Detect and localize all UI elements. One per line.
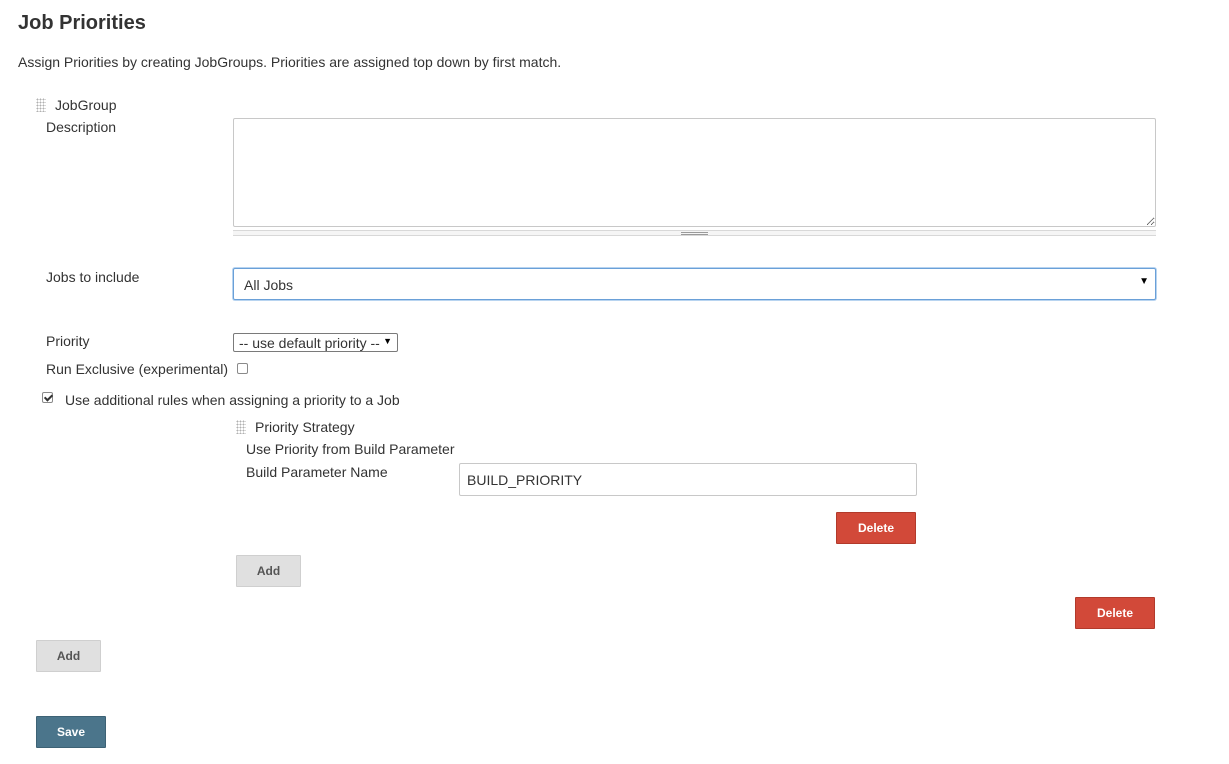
- priority-value: -- use default priority --: [239, 335, 380, 351]
- add-jobgroup-button[interactable]: Add: [36, 640, 101, 672]
- additional-rules-label: Use additional rules when assigning a pr…: [65, 392, 400, 408]
- build-parameter-name-value: BUILD_PRIORITY: [467, 472, 583, 488]
- delete-jobgroup-button[interactable]: Delete: [1075, 597, 1155, 629]
- add-strategy-button[interactable]: Add: [236, 555, 301, 587]
- description-textarea[interactable]: [233, 118, 1156, 227]
- dropdown-arrow-icon: ▼: [383, 336, 392, 346]
- description-label: Description: [46, 119, 117, 135]
- dropdown-arrow-icon: ▼: [1139, 276, 1149, 287]
- resize-grip-icon: [681, 232, 708, 235]
- build-parameter-name-input[interactable]: BUILD_PRIORITY: [459, 463, 917, 496]
- page-title: Job Priorities: [18, 12, 146, 34]
- save-button[interactable]: Save: [36, 716, 106, 748]
- priority-strategy-header: Priority Strategy: [255, 419, 355, 435]
- delete-strategy-button[interactable]: Delete: [836, 512, 916, 544]
- additional-rules-checkbox[interactable]: [42, 392, 53, 403]
- page-intro: Assign Priorities by creating JobGroups.…: [18, 54, 562, 70]
- job-priorities-page: Job Priorities Assign Priorities by crea…: [0, 0, 1229, 764]
- jobgroup-header: JobGroup: [55, 97, 117, 113]
- drag-handle-icon[interactable]: [236, 420, 246, 434]
- jobs-to-include-label: Jobs to include: [46, 269, 140, 285]
- jobs-to-include-value: All Jobs: [244, 277, 294, 293]
- drag-handle-icon[interactable]: [36, 98, 46, 112]
- strategy-type-label: Use Priority from Build Parameter: [246, 441, 455, 457]
- priority-label: Priority: [46, 333, 90, 349]
- priority-select[interactable]: -- use default priority -- ▼: [233, 333, 398, 352]
- build-parameter-name-label: Build Parameter Name: [246, 464, 388, 480]
- run-exclusive-label: Run Exclusive (experimental): [46, 361, 229, 377]
- jobs-to-include-select[interactable]: All Jobs ▼: [233, 268, 1156, 300]
- run-exclusive-checkbox[interactable]: [237, 363, 248, 374]
